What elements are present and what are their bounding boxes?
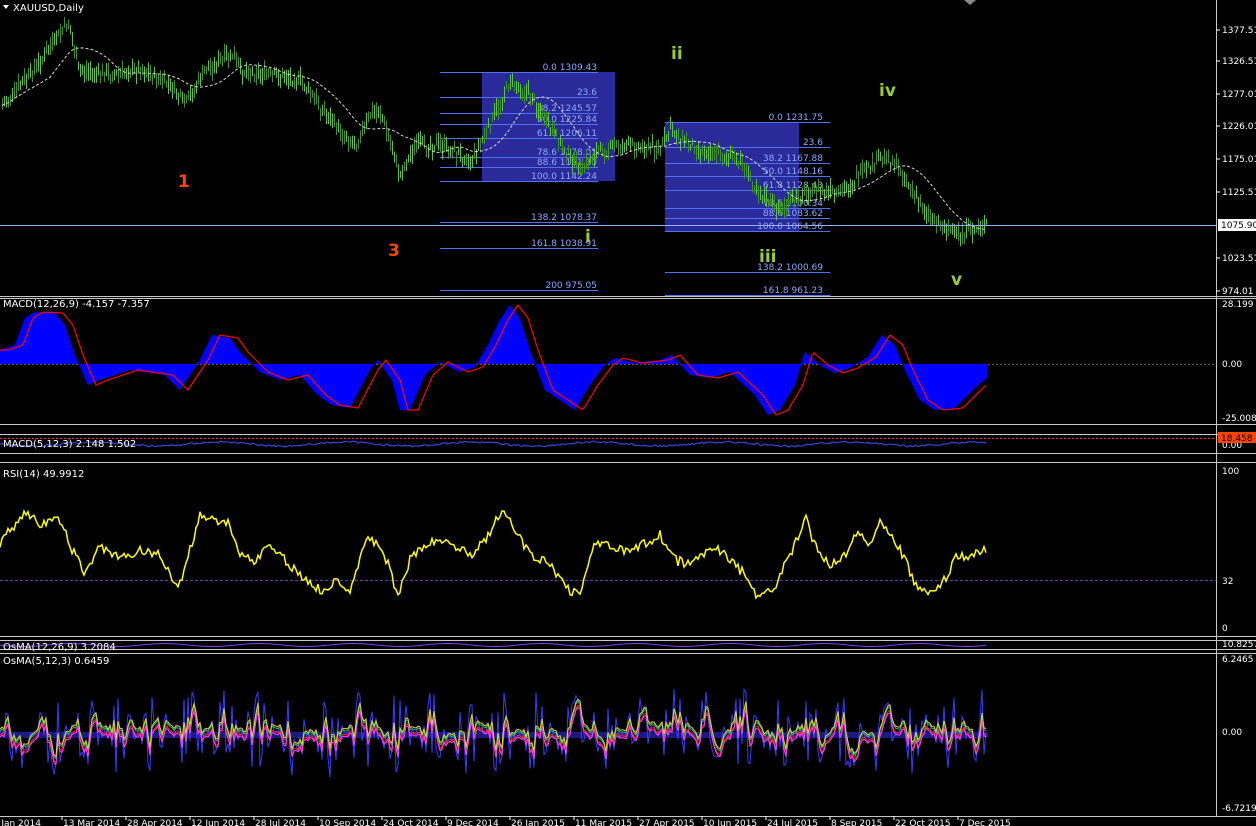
fib2-level-label: 38.2 1167.88 — [763, 154, 823, 164]
fib2-level-label: 161.8 961.23 — [763, 286, 823, 296]
time-axis-label: 7 Dec 2015 — [959, 819, 1011, 826]
time-axis-label: 12 Jun 2014 — [191, 819, 245, 826]
fib2-level-label: 78.6 1100.34 — [763, 199, 823, 209]
window-menu-icon[interactable] — [3, 5, 9, 9]
price-axis-label: 1023.51 — [1222, 254, 1256, 264]
fib2-level-label: 100.0 1064.56 — [757, 222, 823, 232]
time-axis-label: 9 Dec 2014 — [447, 819, 499, 826]
fib2-level-label: 88.6 1083.62 — [763, 209, 823, 219]
fib1-level-label: 38.2 1245.57 — [537, 104, 597, 114]
rsi-line — [0, 509, 987, 600]
macd1-axis-label: -25.008 — [1222, 414, 1256, 424]
rsi-axis-label: 100 — [1222, 467, 1239, 477]
price-axis-label: 1175.01 — [1222, 155, 1256, 165]
time-axis-label: 24 Jul 2015 — [767, 819, 818, 826]
rsi-title: RSI(14) 49.9912 — [3, 469, 84, 480]
current-price-label: 1075.90 — [1221, 221, 1256, 231]
wave-label-ii: ii — [671, 44, 683, 64]
wave-label-i: i — [585, 227, 591, 247]
shift-marker-icon[interactable] — [964, 0, 976, 5]
panel-separators — [0, 0, 1256, 817]
time-axis-label: 10 Jun 2015 — [703, 819, 757, 826]
fib1-level-label: 61.8 1206.11 — [537, 129, 597, 139]
fib2-level-label: 23.6 — [803, 138, 823, 148]
price-axis-label: 1326.51 — [1222, 57, 1256, 67]
fib1-level-label: 138.2 1078.37 — [531, 213, 597, 223]
macd1-axis-label: 28.199 — [1222, 300, 1254, 310]
price-axis-label: 1125.51 — [1222, 188, 1256, 198]
fib1-level-label: 0.0 1309.43 — [543, 63, 597, 73]
fib1-level-label: 23.6 — [577, 88, 597, 98]
time-axis-label: 24 Oct 2014 — [383, 819, 439, 826]
time-axis-label: 28 Jan 2014 — [0, 819, 41, 826]
fib2-level-label: 0.0 1231.75 — [769, 113, 823, 123]
price-axis-label: 1377.51 — [1222, 26, 1256, 36]
fib2-level-label: 50.0 1148.16 — [763, 167, 823, 177]
macd1-axis-label: 0.00 — [1222, 360, 1242, 370]
fib-retracement-2[interactable]: 0.0 1231.7523.638.2 1167.8850.0 1148.166… — [665, 113, 830, 296]
fib1-level-label: 200 975.05 — [545, 281, 597, 291]
macd2-title: MACD(5,12,3) 2.148 1.502 — [3, 439, 136, 450]
main-title: XAUUSD,Daily — [13, 3, 84, 14]
fib-retracement-1[interactable]: 0.0 1309.43 23.6 38.2 1245.5750.0 1225.84 6… — [440, 63, 615, 291]
fib1-level-label: 50.0 1225.84 — [537, 115, 597, 125]
osma1-line — [0, 643, 987, 647]
macd1-title: MACD(12,26,9) -4.157 -7.357 — [3, 299, 150, 310]
rsi-axis-label: 0 — [1222, 624, 1228, 634]
time-axis-label: 10 Sep 2014 — [319, 819, 376, 826]
macd1-histogram — [0, 305, 987, 415]
osma2-title: OsMA(5,12,3) 0.6459 — [3, 656, 109, 667]
macd2-level-label: 18.458 — [1221, 434, 1253, 444]
price-axis-label: 974.01 — [1222, 287, 1254, 297]
time-axis-label: 28 Apr 2014 — [127, 819, 183, 826]
time-axis-label: 26 Jan 2015 — [511, 819, 565, 826]
wave-label-iii: iii — [759, 247, 776, 267]
rsi-axis-label: 32 — [1222, 577, 1233, 587]
chart-canvas[interactable]: 0.0 1309.43 23.6 38.2 1245.5750.0 1225.84 6… — [0, 0, 1256, 826]
time-axis-label: 13 Mar 2014 — [63, 819, 120, 826]
osma2-axis-label: 6.2465 — [1222, 655, 1254, 665]
price-axis-label: 1226.01 — [1222, 122, 1256, 132]
time-axis-label: 11 Mar 2015 — [575, 819, 632, 826]
time-axis-label: 8 Sep 2015 — [831, 819, 882, 826]
osma1-axis-label: 10.8257 — [1222, 640, 1256, 650]
fib1-level-label: 100.0 1142.24 — [531, 172, 597, 182]
macd2-line — [0, 440, 987, 448]
time-axis-label: 27 Apr 2015 — [639, 819, 695, 826]
osma2-axis-label: -6.7219 — [1222, 804, 1256, 814]
time-axis-label: 22 Oct 2015 — [895, 819, 951, 826]
osma1-title: OsMA(12,26,9) 3.2084 — [3, 642, 116, 653]
wave-label-1: 1 — [178, 172, 190, 192]
wave-label-v: v — [951, 270, 962, 290]
wave-label-3: 3 — [388, 241, 400, 261]
time-axis-label: 28 Jul 2014 — [255, 819, 306, 826]
wave-label-iv: iv — [879, 81, 896, 101]
price-axis-label: 1277.01 — [1222, 90, 1256, 100]
osma2-axis-label: 0.00 — [1222, 728, 1242, 738]
